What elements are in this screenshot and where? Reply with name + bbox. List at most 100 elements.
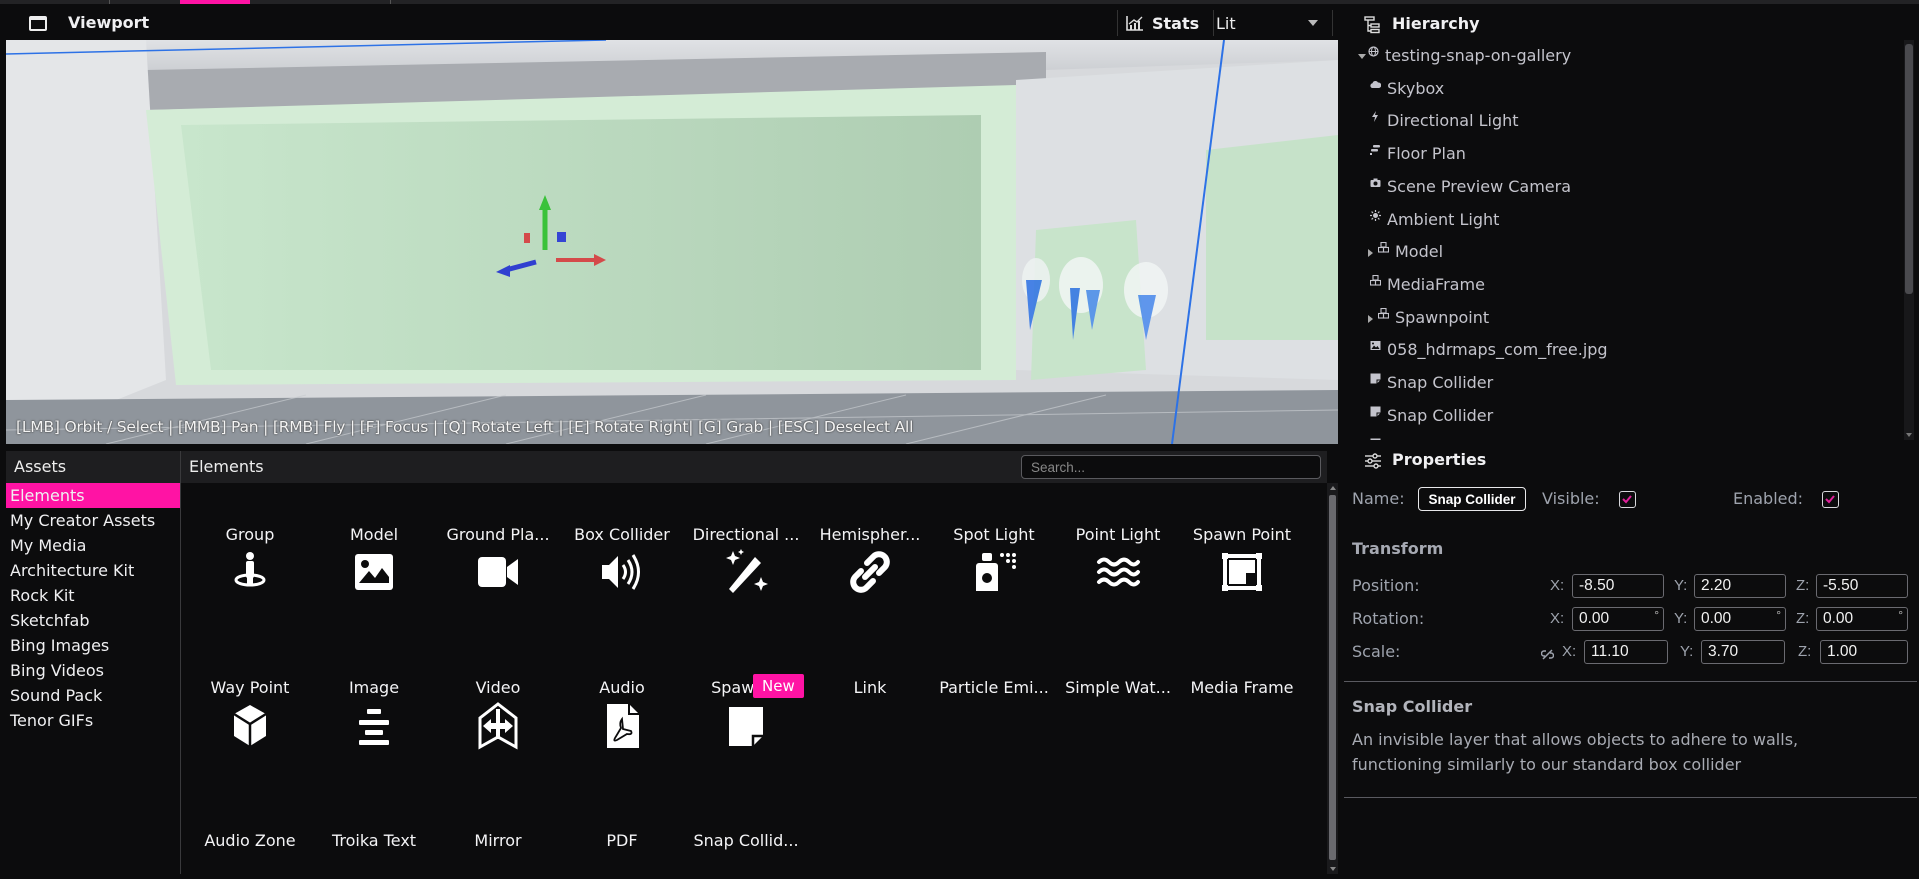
rotation-label: Rotation: bbox=[1352, 609, 1425, 628]
tree-item[interactable]: Directional Light bbox=[1346, 109, 1886, 133]
asset-category-tenor-gifs[interactable]: Tenor GIFs bbox=[6, 708, 180, 733]
cubes-icon bbox=[1370, 274, 1381, 286]
cube-icon bbox=[233, 705, 267, 746]
scale-x-value: 11.10 bbox=[1591, 643, 1629, 660]
water-icon bbox=[1097, 557, 1140, 587]
rotation-y-input[interactable]: 0.00 ° bbox=[1694, 607, 1786, 631]
viewport-canvas[interactable]: [LMB] Orbit / Select | [MMB] Pan | [RMB]… bbox=[6, 40, 1338, 444]
cubes-icon bbox=[1378, 307, 1389, 319]
asset-category-sound-pack[interactable]: Sound Pack bbox=[6, 683, 180, 708]
tree-item[interactable]: Ambient Light bbox=[1346, 208, 1886, 232]
chart-icon bbox=[1126, 16, 1143, 31]
mirror-icon bbox=[478, 702, 518, 750]
scroll-down-arrow-icon[interactable] bbox=[1330, 867, 1336, 871]
position-z-input[interactable]: -5.50 bbox=[1816, 574, 1908, 598]
tree-item-label: Model bbox=[1395, 242, 1444, 262]
axis-x-label: X: bbox=[1550, 577, 1565, 594]
element-card-snap-collid[interactable]: Snap Collid... New bbox=[685, 483, 807, 855]
position-y-value: 2.20 bbox=[1701, 577, 1732, 594]
tree-item[interactable]: Snap Collider bbox=[1346, 371, 1886, 395]
link-icon bbox=[850, 551, 890, 593]
rotation-x-input[interactable]: 0.00 ° bbox=[1572, 607, 1664, 631]
degree-symbol: ° bbox=[1654, 608, 1659, 622]
scale-x-input[interactable]: 11.10 bbox=[1584, 640, 1668, 664]
element-label: Particle Emi... bbox=[939, 678, 1049, 697]
scene-render bbox=[6, 40, 1338, 444]
asset-category-my-creator-assets[interactable]: My Creator Assets bbox=[6, 508, 180, 533]
stats-label: Stats bbox=[1152, 13, 1200, 33]
properties-header: Properties bbox=[1346, 444, 1919, 480]
caret-right-icon[interactable] bbox=[1368, 249, 1373, 258]
rotation-z-input[interactable]: 0.00 ° bbox=[1816, 607, 1908, 631]
element-card-link[interactable]: Link bbox=[809, 483, 931, 702]
element-card-media-frame[interactable]: Media Frame bbox=[1181, 483, 1303, 702]
position-z-value: -5.50 bbox=[1823, 577, 1859, 594]
element-card-troika-text[interactable]: Troika Text bbox=[313, 483, 435, 855]
tree-item-label: Ambient Light bbox=[1387, 209, 1500, 229]
tree-item-label: testing-snap-on-gallery bbox=[1385, 46, 1572, 65]
tree-item[interactable]: Snap Collider bbox=[1346, 436, 1886, 440]
name-field[interactable]: Snap Collider bbox=[1418, 487, 1526, 511]
sun-icon bbox=[1370, 209, 1381, 221]
element-card-audio-zone[interactable]: Audio Zone bbox=[189, 483, 311, 855]
asset-category-architecture-kit[interactable]: Architecture Kit bbox=[6, 558, 180, 583]
scrollbar-thumb[interactable] bbox=[1905, 44, 1913, 294]
asset-category-my-media[interactable]: My Media bbox=[6, 533, 180, 558]
rotation-y-value: 0.00 bbox=[1701, 610, 1732, 627]
tree-item[interactable]: testing-snap-on-gallery bbox=[1346, 44, 1886, 68]
tree-item-label: Spawnpoint bbox=[1395, 307, 1490, 327]
elements-scrollbar[interactable] bbox=[1327, 483, 1338, 874]
axis-x-label: X: bbox=[1550, 610, 1565, 627]
tree-item[interactable]: Skybox bbox=[1346, 77, 1886, 101]
element-card-particle-emi[interactable]: Particle Emi... bbox=[933, 483, 1055, 702]
position-y-input[interactable]: 2.20 bbox=[1694, 574, 1786, 598]
asset-category-elements[interactable]: Elements bbox=[6, 483, 180, 508]
tree-item[interactable]: 058_hdrmaps_com_free.jpg bbox=[1346, 338, 1886, 362]
element-label: Mirror bbox=[474, 831, 522, 850]
globe-icon bbox=[1368, 46, 1379, 57]
degree-symbol: ° bbox=[1898, 608, 1903, 622]
element-card-pdf[interactable]: PDF bbox=[561, 483, 683, 855]
asset-category-sketchfab[interactable]: Sketchfab bbox=[6, 608, 180, 633]
enabled-checkbox[interactable] bbox=[1822, 491, 1839, 508]
axis-z-label: Z: bbox=[1798, 643, 1812, 660]
window-icon bbox=[29, 16, 47, 31]
hierarchy-scrollbar[interactable] bbox=[1904, 40, 1914, 440]
caret-down-icon[interactable] bbox=[1358, 54, 1366, 59]
visible-checkbox[interactable] bbox=[1619, 491, 1636, 508]
axis-z-label: Z: bbox=[1796, 577, 1810, 594]
position-x-input[interactable]: -8.50 bbox=[1572, 574, 1664, 598]
tree-item[interactable]: Snap Collider bbox=[1346, 404, 1886, 428]
floorplan-icon bbox=[1370, 145, 1380, 156]
viewport-title: Viewport bbox=[68, 13, 150, 32]
stats-button[interactable]: Stats bbox=[1126, 10, 1199, 36]
element-card-mirror[interactable]: Mirror bbox=[437, 483, 559, 855]
scale-z-input[interactable]: 1.00 bbox=[1820, 640, 1908, 664]
tree-item[interactable]: Spawnpoint bbox=[1346, 306, 1886, 330]
tree-item[interactable]: Floor Plan bbox=[1346, 142, 1886, 166]
asset-category-bing-videos[interactable]: Bing Videos bbox=[6, 658, 180, 683]
scroll-down-arrow-icon[interactable] bbox=[1906, 433, 1912, 437]
component-title: Snap Collider bbox=[1352, 697, 1473, 716]
assets-title: Assets bbox=[14, 457, 67, 476]
render-mode-select[interactable]: Lit bbox=[1216, 10, 1326, 36]
asset-category-rock-kit[interactable]: Rock Kit bbox=[6, 583, 180, 608]
tree-item[interactable]: Model bbox=[1346, 240, 1886, 264]
scrollbar-thumb[interactable] bbox=[1329, 495, 1336, 860]
camera-icon bbox=[1370, 178, 1381, 187]
scroll-up-arrow-icon[interactable] bbox=[1330, 486, 1336, 490]
tree-item-label: Snap Collider bbox=[1387, 438, 1493, 440]
properties-title: Properties bbox=[1392, 450, 1487, 469]
tree-item[interactable]: MediaFrame bbox=[1346, 273, 1886, 297]
unlink-icon[interactable] bbox=[1541, 648, 1554, 661]
tree-item[interactable]: Scene Preview Camera bbox=[1346, 175, 1886, 199]
elements-search-input[interactable]: Search... bbox=[1021, 455, 1321, 479]
scale-y-input[interactable]: 3.70 bbox=[1701, 640, 1785, 664]
element-card-simple-wat[interactable]: Simple Wat... bbox=[1057, 483, 1179, 702]
render-mode-value: Lit bbox=[1216, 13, 1236, 33]
cloud-icon bbox=[1370, 80, 1381, 88]
element-label: Link bbox=[853, 678, 887, 697]
asset-category-bing-images[interactable]: Bing Images bbox=[6, 633, 180, 658]
caret-right-icon[interactable] bbox=[1368, 314, 1373, 323]
panel-divider[interactable] bbox=[1341, 40, 1344, 879]
